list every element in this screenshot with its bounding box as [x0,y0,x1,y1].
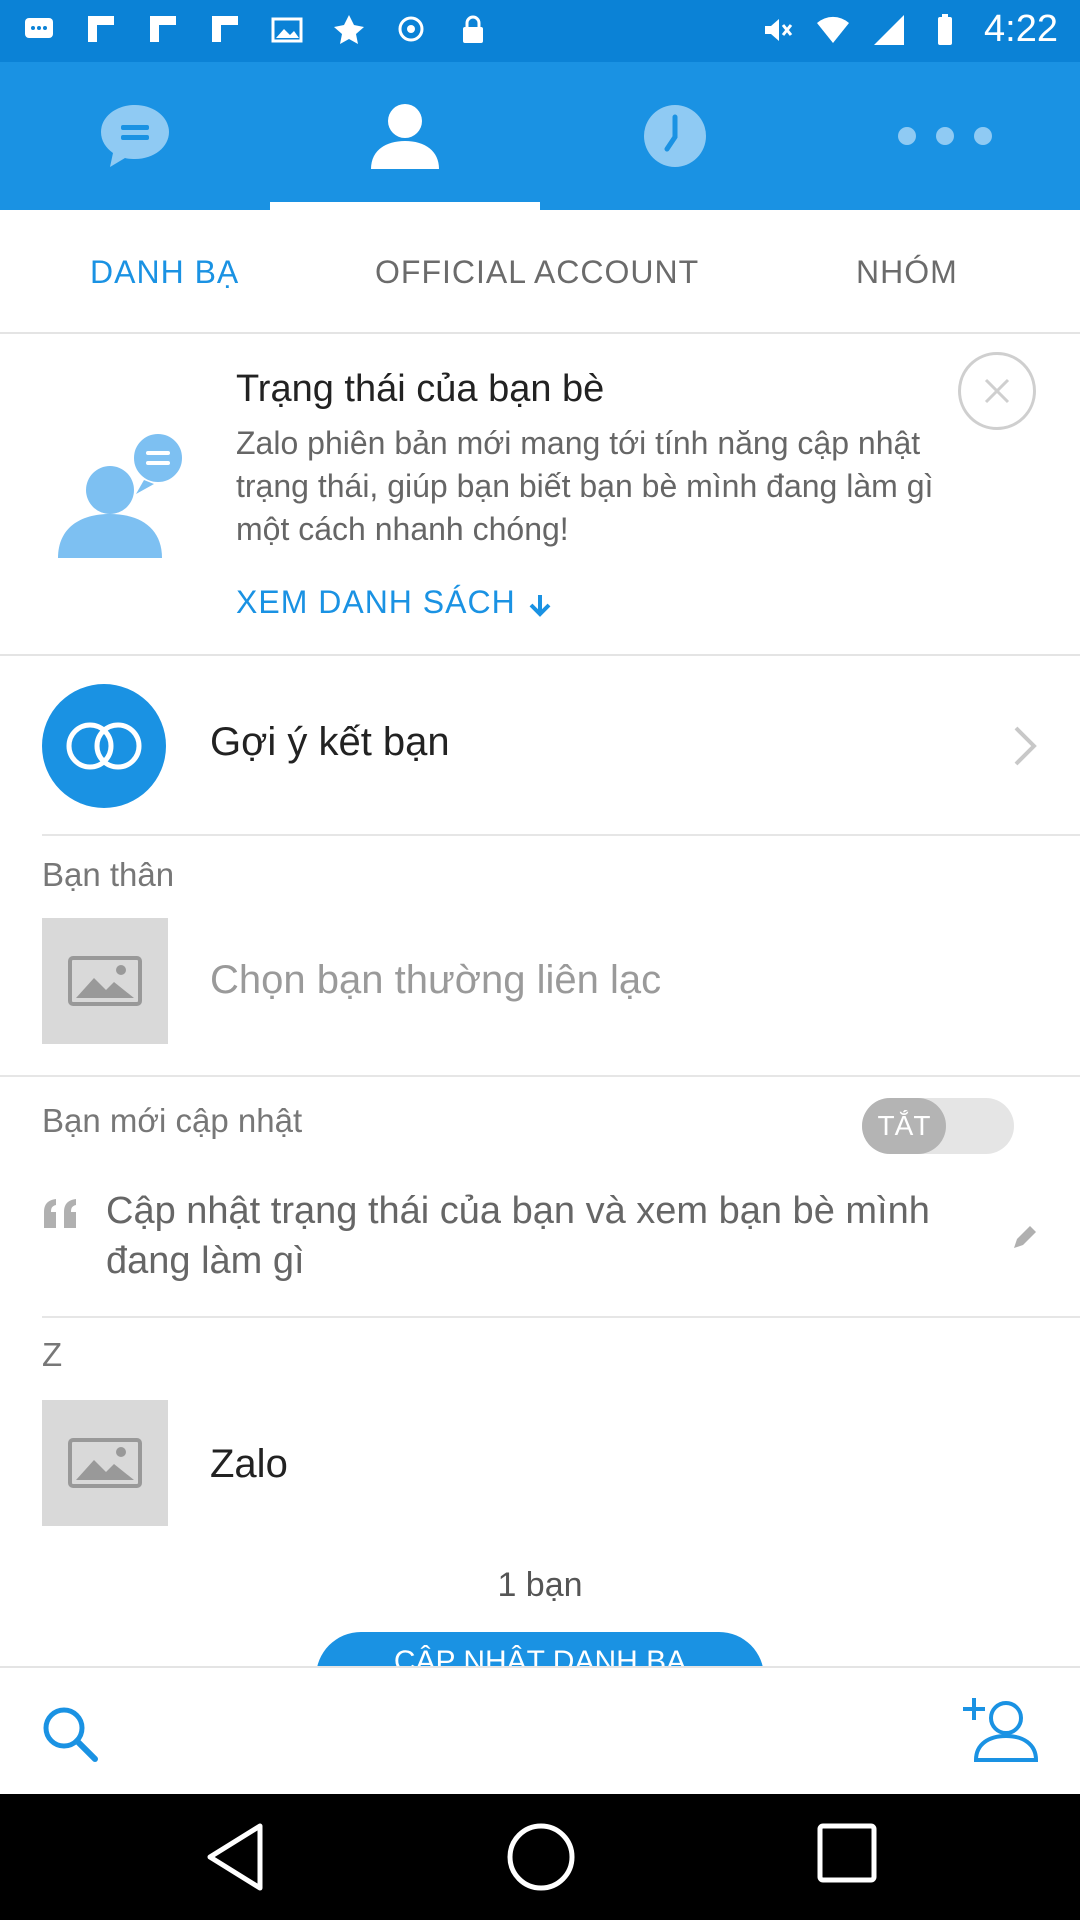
home-icon[interactable] [506,1822,576,1892]
view-list-label: XEM DANH SÁCH [236,584,516,620]
status-bar: 4:22 [0,0,1080,62]
chat-bubble-icon [101,105,169,167]
contact-avatar[interactable] [42,1400,168,1526]
sub-tab-bar: DANH BẠ OFFICIAL ACCOUNT NHÓM [0,210,1080,334]
battery-icon [938,13,953,45]
signal-icon [874,14,905,45]
lock-icon [463,15,483,43]
messages-icon [25,18,53,38]
suggest-circle [42,684,166,808]
friend-count: 1 bạn [497,1566,583,1604]
letter-header: Z [42,1336,63,1373]
tab-danh-ba[interactable]: DANH BẠ [90,254,239,291]
divider [42,1316,1080,1318]
fake-gps-icon [334,15,364,44]
flipboard-icon [88,16,114,42]
clock-time: 4:22 [984,8,1058,50]
clock-icon [644,105,706,167]
image-placeholder-icon [68,956,142,1006]
system-nav-bar [0,1794,1080,1920]
back-icon[interactable] [204,1822,266,1892]
sync-icon [398,16,424,42]
more-dots-icon [898,127,992,145]
tab-chat[interactable] [0,62,270,210]
quote-icon [44,1199,76,1228]
new-updates-header: Bạn mới cập nhật [42,1102,303,1139]
friends-status-card: Trạng thái của bạn bè Zalo phiên bản mới… [0,336,1080,656]
tab-nhom[interactable]: NHÓM [856,254,958,291]
recents-icon[interactable] [816,1822,878,1884]
divider [42,834,1080,836]
bottom-action-bar [0,1666,1080,1794]
contact-name[interactable]: Zalo [210,1442,288,1487]
update-status-prompt[interactable]: Cập nhật trạng thái của bạn và xem bạn b… [106,1186,1006,1286]
close-icon [984,378,1010,404]
tab-more[interactable] [810,62,1080,210]
close-card-button[interactable] [958,352,1036,430]
friend-status-illustration-icon [58,430,186,558]
linked-rings-icon [66,722,142,770]
tab-contacts[interactable] [270,62,540,210]
card-title: Trạng thái của bạn bè [236,368,605,410]
suggest-label: Gợi ý kết bạn [210,720,450,764]
updates-toggle[interactable]: TẮT [862,1098,1014,1154]
pencil-icon[interactable] [1010,1222,1040,1252]
top-tab-bar [0,62,1080,210]
person-icon [371,104,439,169]
card-description: Zalo phiên bản mới mang tới tính năng cậ… [236,425,934,547]
toggle-label: TẮT [862,1098,946,1154]
add-friend-icon[interactable] [962,1696,1038,1764]
flipboard-icon [150,16,176,42]
mute-icon [765,18,793,41]
image-placeholder-icon [68,1438,142,1488]
friend-suggestion-row[interactable]: Gợi ý kết bạn [0,658,1080,834]
divider [0,1075,1080,1077]
avatar-placeholder[interactable] [42,918,168,1044]
wifi-icon [817,16,850,43]
tab-official-account[interactable]: OFFICIAL ACCOUNT [375,254,699,291]
close-friends-header: Bạn thân [42,856,175,893]
choose-friends-placeholder[interactable]: Chọn bạn thường liên lạc [210,958,661,1003]
arrow-down-icon [529,594,551,617]
chevron-right-icon [1014,726,1037,766]
image-icon [271,17,303,43]
flipboard-icon [212,16,238,42]
tab-timeline[interactable] [540,62,810,210]
view-list-link[interactable]: XEM DANH SÁCH [236,584,554,621]
search-icon[interactable] [40,1704,100,1764]
